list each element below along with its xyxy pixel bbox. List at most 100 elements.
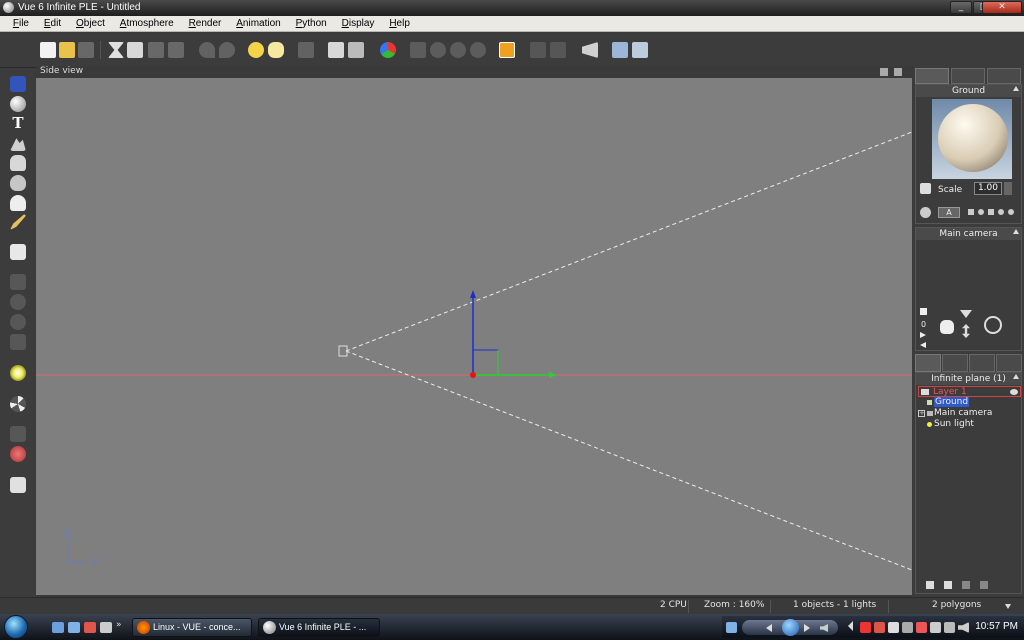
tray-expand-icon[interactable] bbox=[848, 621, 853, 631]
material-option-5-icon[interactable] bbox=[1008, 209, 1014, 215]
undo-icon[interactable] bbox=[199, 42, 215, 58]
sphere-icon[interactable] bbox=[10, 96, 26, 112]
material-editor-icon[interactable] bbox=[380, 42, 396, 58]
cylinder-icon[interactable] bbox=[10, 294, 26, 310]
menu-edit[interactable]: Edit bbox=[38, 16, 67, 31]
tray-antivirus-icon[interactable] bbox=[874, 622, 885, 633]
stone-icon[interactable] bbox=[10, 175, 26, 191]
task-button-vue[interactable]: Vue 6 Infinite PLE - ... bbox=[258, 618, 380, 637]
world-browser-scroll-up-icon[interactable] bbox=[1013, 374, 1019, 379]
tab-dimensions[interactable] bbox=[951, 68, 985, 84]
refresh-icon[interactable] bbox=[920, 207, 931, 218]
media-next-icon[interactable] bbox=[804, 624, 810, 632]
tab-library[interactable] bbox=[996, 354, 1022, 372]
vue-app-icon[interactable] bbox=[3, 2, 14, 13]
render-preview-icon[interactable] bbox=[550, 42, 566, 58]
material-option-2-icon[interactable] bbox=[978, 209, 984, 215]
new-layer-icon[interactable] bbox=[926, 581, 934, 589]
tree-row-layer[interactable]: Layer 1 bbox=[918, 386, 1021, 397]
tray-security-icon[interactable] bbox=[860, 622, 871, 633]
quick-launch-app-icon[interactable] bbox=[84, 622, 96, 633]
fan-icon[interactable] bbox=[10, 396, 26, 412]
task-button-firefox[interactable]: Linux - VUE - conce... bbox=[132, 618, 252, 637]
tray-volume-icon[interactable] bbox=[958, 622, 969, 633]
rocks-icon[interactable] bbox=[10, 155, 26, 171]
ecosystem-icon[interactable] bbox=[10, 426, 26, 442]
visibility-eye-icon[interactable] bbox=[1010, 389, 1018, 395]
material-edit-icon[interactable] bbox=[920, 183, 931, 194]
dolly-arrows-icon[interactable] bbox=[962, 324, 970, 338]
cloud-icon[interactable] bbox=[10, 195, 26, 211]
ungroup-icon[interactable] bbox=[470, 42, 486, 58]
material-option-1-icon[interactable] bbox=[968, 209, 974, 215]
pan-hand-icon[interactable] bbox=[940, 320, 954, 334]
tray-network-icon[interactable] bbox=[888, 622, 899, 633]
light-icon[interactable] bbox=[10, 365, 26, 381]
material-preview[interactable] bbox=[932, 99, 1012, 179]
media-prev-icon[interactable] bbox=[766, 624, 772, 632]
paste-icon[interactable] bbox=[148, 42, 164, 58]
delete-layer-icon[interactable] bbox=[962, 581, 970, 589]
render-area-icon[interactable] bbox=[530, 42, 546, 58]
polygon-dropdown-icon[interactable] bbox=[1005, 604, 1011, 609]
edit-object-icon[interactable] bbox=[328, 42, 344, 58]
save-camera-icon[interactable] bbox=[920, 308, 927, 315]
material-scroll-up-icon[interactable] bbox=[1013, 86, 1019, 91]
tree-row-ground[interactable]: Ground bbox=[918, 397, 1021, 408]
media-play-button[interactable] bbox=[782, 619, 799, 636]
duplicate-icon[interactable] bbox=[168, 42, 184, 58]
select-arrow-icon[interactable] bbox=[10, 76, 26, 92]
taskbar-clock[interactable]: 10:57 PM bbox=[975, 621, 1018, 632]
expand-icon[interactable]: + bbox=[918, 410, 925, 417]
material-option-4-icon[interactable] bbox=[998, 209, 1004, 215]
menu-help[interactable]: Help bbox=[383, 16, 416, 31]
gizmo-origin[interactable] bbox=[470, 372, 476, 378]
cone-icon[interactable] bbox=[10, 334, 26, 350]
tray-alert-icon[interactable] bbox=[916, 622, 927, 633]
tab-materials[interactable] bbox=[942, 354, 968, 372]
group-icon[interactable] bbox=[410, 42, 426, 58]
tab-material[interactable] bbox=[915, 68, 949, 84]
tray-app-icon[interactable] bbox=[726, 622, 737, 633]
gizmo-z-arrow[interactable] bbox=[470, 290, 476, 298]
load-atmosphere-icon[interactable] bbox=[268, 42, 284, 58]
toggle-view-icon[interactable] bbox=[499, 42, 515, 58]
render-options-icon[interactable] bbox=[612, 42, 628, 58]
new-file-icon[interactable] bbox=[40, 42, 56, 58]
cut-icon[interactable] bbox=[108, 42, 124, 58]
load-object-icon[interactable] bbox=[10, 477, 26, 493]
plant-icon[interactable] bbox=[10, 214, 26, 230]
close-button[interactable]: ✕ bbox=[982, 1, 1022, 14]
show-desktop-icon[interactable] bbox=[52, 622, 64, 633]
tray-connection-icon[interactable] bbox=[944, 622, 955, 633]
torus-icon[interactable] bbox=[10, 314, 26, 330]
scale-input[interactable]: 1.00 bbox=[974, 182, 1002, 195]
menu-python[interactable]: Python bbox=[290, 16, 333, 31]
menu-animation[interactable]: Animation bbox=[230, 16, 286, 31]
scale-stepper[interactable] bbox=[1004, 182, 1012, 195]
redo-icon[interactable] bbox=[219, 42, 235, 58]
copy-icon[interactable] bbox=[127, 42, 143, 58]
quick-launch-app-2-icon[interactable] bbox=[100, 622, 112, 633]
viewport-options-icon[interactable] bbox=[880, 68, 888, 76]
save-file-icon[interactable] bbox=[78, 42, 94, 58]
tab-objects[interactable] bbox=[915, 354, 941, 372]
menu-render[interactable]: Render bbox=[183, 16, 228, 31]
back-camera-icon[interactable] bbox=[920, 342, 926, 348]
gizmo-y-arrow[interactable] bbox=[549, 372, 557, 378]
menu-object[interactable]: Object bbox=[70, 16, 111, 31]
camera-object[interactable] bbox=[338, 345, 348, 357]
camera-scroll-up-icon[interactable] bbox=[1013, 229, 1019, 234]
terrain-icon[interactable] bbox=[10, 138, 26, 151]
maximize-view-icon[interactable] bbox=[894, 68, 902, 76]
cube-icon[interactable] bbox=[10, 274, 26, 290]
move-layer-icon[interactable] bbox=[980, 581, 988, 589]
tray-usb-icon[interactable] bbox=[902, 622, 913, 633]
tab-camera-settings[interactable] bbox=[987, 68, 1021, 84]
orbit-icon[interactable] bbox=[984, 316, 1002, 334]
text-icon[interactable]: T bbox=[10, 115, 26, 131]
start-button[interactable] bbox=[4, 615, 28, 639]
gizmo-plane-handle-blue[interactable] bbox=[473, 349, 499, 375]
open-file-icon[interactable] bbox=[59, 42, 75, 58]
tree-row-sun[interactable]: Sun light bbox=[918, 419, 1021, 430]
